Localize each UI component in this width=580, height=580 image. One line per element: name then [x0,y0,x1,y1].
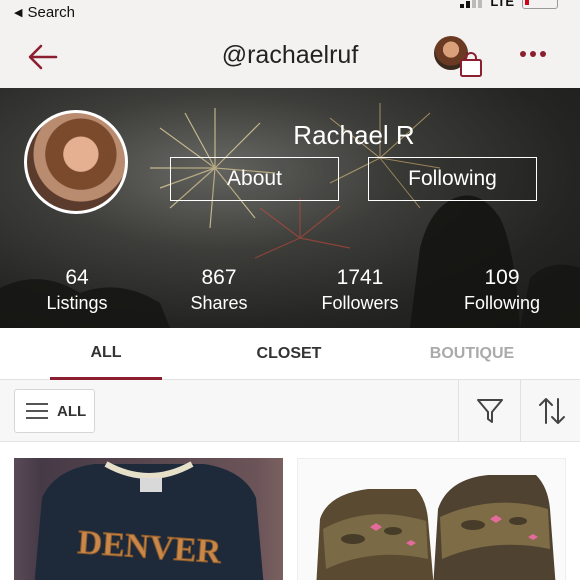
more-icon[interactable] [518,48,548,60]
stat-value: 1741 [336,266,384,289]
profile-name: Rachael R [293,120,415,150]
app-header: @rachaelruf [0,26,580,88]
profile-cover: Rachael R About Following 64 Listings 86… [0,88,580,328]
stat-shares[interactable]: 867 Shares [159,266,279,314]
listing-image-camo-slides [316,475,556,580]
status-back-link[interactable]: ◀ Search [14,4,75,21]
all-filter-label: ALL [57,402,87,420]
status-bar: ◀ Search LTE [0,0,580,26]
page-title: @rachaelruf [221,41,359,69]
sort-icon[interactable] [538,396,566,426]
menu-icon [26,403,48,419]
listing-image-denver-shirt: DENVER [34,461,264,580]
bag-icon[interactable] [458,52,484,78]
divider [458,380,459,442]
divider [520,380,521,442]
status-back-label: Search [27,4,75,21]
filter-icon[interactable] [476,397,504,425]
tab-boutique[interactable]: BOUTIQUE [412,328,532,380]
back-triangle-icon: ◀ [14,7,23,19]
listing-card[interactable] [297,458,566,580]
battery-icon [522,0,558,9]
closet-tabs: ALL CLOSET BOUTIQUE [0,328,580,380]
stat-value: 64 [65,266,89,289]
stat-label: Followers [321,293,399,313]
about-button[interactable]: About [170,157,339,201]
listing-grid: DENVER [0,442,580,580]
stat-listings[interactable]: 64 Listings [17,266,137,314]
stat-value: 109 [484,266,520,289]
network-label: LTE [490,0,514,9]
tab-all[interactable]: ALL [50,328,162,380]
filter-bar: ALL [0,380,580,442]
stat-following[interactable]: 109 Following [442,266,562,314]
listing-card[interactable]: DENVER [14,458,283,580]
stat-value: 867 [201,266,237,289]
following-button[interactable]: Following [368,157,537,201]
stat-label: Listings [46,293,108,313]
stat-followers[interactable]: 1741 Followers [300,266,420,314]
signal-icon [460,0,483,8]
stat-label: Shares [190,293,248,313]
stat-label: Following [463,293,541,313]
all-filter-button[interactable]: ALL [14,389,95,433]
status-indicators: LTE [460,0,558,9]
tab-closet[interactable]: CLOSET [230,328,348,380]
profile-avatar[interactable] [24,110,128,214]
